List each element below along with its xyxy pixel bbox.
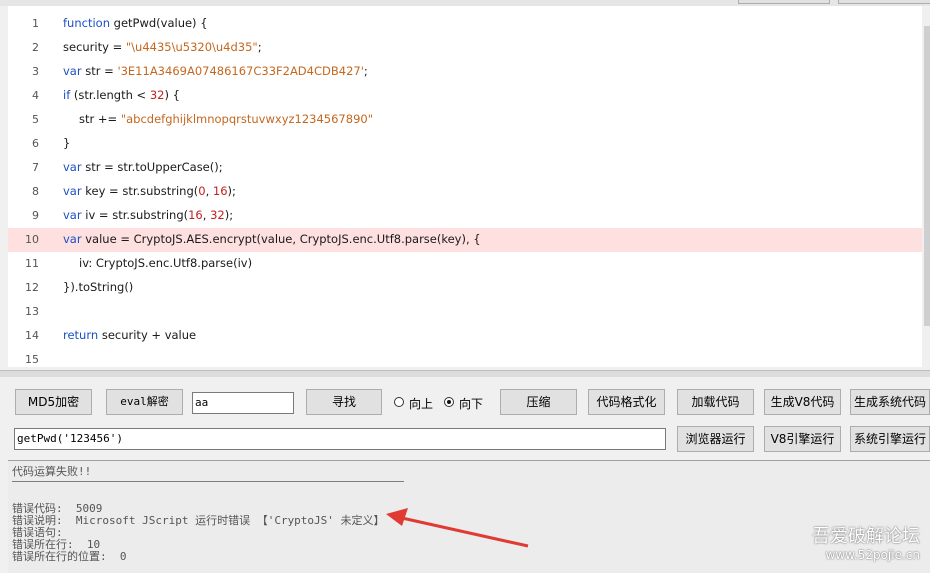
watermark-title: 吾爱破解论坛 — [812, 526, 920, 547]
watermark-url: www.52pojie.cn — [825, 548, 920, 562]
annotation-arrow — [386, 508, 529, 548]
